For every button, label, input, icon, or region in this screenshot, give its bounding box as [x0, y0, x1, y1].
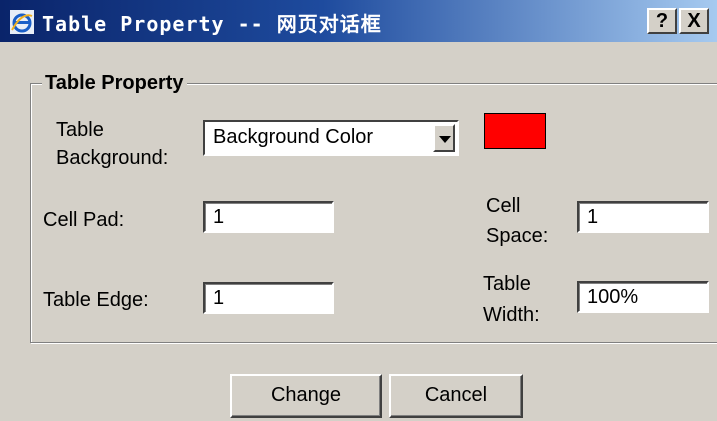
- dialog-window: Table Property -- 网页对话框 ? X Table Proper…: [0, 0, 717, 421]
- title-bar[interactable]: Table Property -- 网页对话框 ? X: [0, 0, 717, 42]
- table-width-label-line2: Width:: [483, 304, 540, 326]
- ie-icon: [10, 10, 34, 34]
- table-width-label-line1: Table: [483, 273, 531, 295]
- change-button[interactable]: Change: [230, 374, 382, 418]
- table-background-value: Background Color: [213, 126, 374, 148]
- table-width-input[interactable]: 100%: [577, 281, 709, 313]
- cell-pad-label: Cell Pad:: [43, 209, 125, 231]
- window-title: Table Property -- 网页对话框: [42, 12, 382, 36]
- table-background-label-line1: Table: [56, 119, 104, 141]
- close-button[interactable]: X: [679, 8, 709, 34]
- cancel-button[interactable]: Cancel: [389, 374, 523, 418]
- table-edge-input[interactable]: 1: [203, 282, 334, 314]
- table-edge-label: Table Edge:: [43, 289, 149, 311]
- cell-pad-input[interactable]: 1: [203, 201, 334, 233]
- table-background-label-line2: Background:: [56, 147, 169, 169]
- table-background-select[interactable]: Background Color: [203, 120, 459, 156]
- chevron-down-icon[interactable]: [433, 124, 455, 152]
- cell-space-input[interactable]: 1: [577, 201, 709, 233]
- color-swatch[interactable]: [484, 113, 546, 149]
- cell-space-label-line1: Cell: [486, 195, 521, 217]
- group-legend: Table Property: [42, 72, 187, 95]
- help-button[interactable]: ?: [647, 8, 677, 34]
- cell-space-label-line2: Space:: [486, 225, 549, 247]
